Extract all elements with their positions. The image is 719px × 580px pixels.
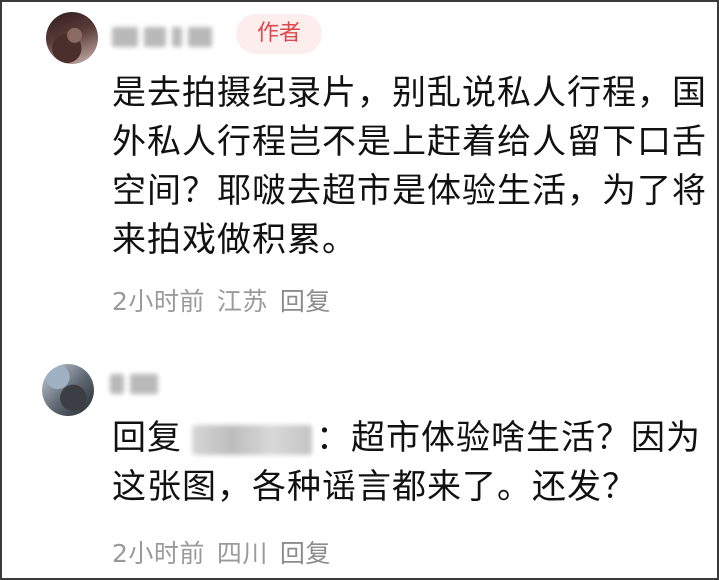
mention-blurred[interactable] (192, 424, 312, 455)
reply-button[interactable]: 回复 (280, 539, 331, 568)
location: 江苏 (216, 287, 268, 316)
username-blurred[interactable] (112, 24, 212, 50)
reply-prefix: 回复 (112, 418, 182, 458)
reply-button[interactable]: 回复 (280, 287, 331, 316)
timestamp: 2小时前 (112, 287, 205, 316)
username-blurred[interactable] (110, 371, 158, 397)
author-badge: 作者 (236, 14, 322, 54)
comment-meta: 2小时前 四川 回复 (112, 534, 343, 570)
avatar[interactable] (42, 364, 94, 416)
reply-comment-text[interactable]: 回复 ：超市体验啥生活？因为这张图，各种谣言都来了。还发？ (112, 414, 712, 512)
timestamp: 2小时前 (112, 539, 205, 568)
comment-thread: 作者 是去拍摄纪录片，别乱说私人行程，国外私人行程岂不是上赶着给人留下口舌空间？… (0, 0, 719, 580)
location: 四川 (216, 539, 268, 568)
comment-text[interactable]: 是去拍摄纪录片，别乱说私人行程，国外私人行程岂不是上赶着给人留下口舌空间？耶啵去… (112, 69, 712, 265)
avatar[interactable] (46, 12, 98, 64)
comment-meta: 2小时前 江苏 回复 (112, 282, 343, 318)
